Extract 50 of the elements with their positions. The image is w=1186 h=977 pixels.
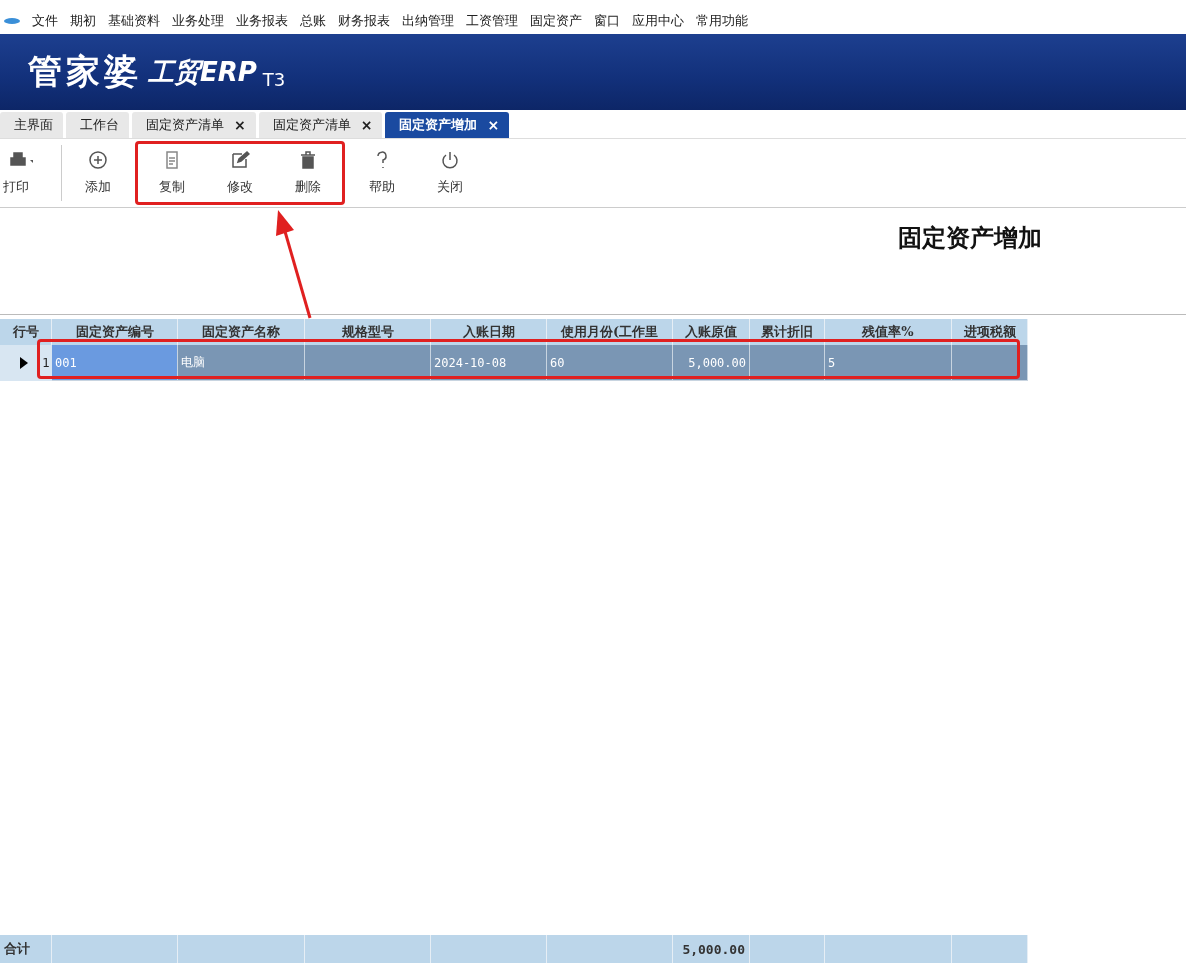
table-cell[interactable] [952, 345, 1028, 381]
menu-item[interactable]: 应用中心 [632, 12, 684, 30]
tab-label: 固定资产清单 [272, 116, 351, 134]
menu-item[interactable]: 窗口 [594, 12, 620, 30]
row-pointer-icon [20, 357, 28, 369]
tab[interactable]: 固定资产增加 × [385, 112, 510, 138]
menu-item[interactable]: 财务报表 [338, 12, 390, 30]
toolbar-button[interactable]: 添加 [64, 143, 132, 203]
edition-label: T3 [262, 69, 286, 90]
menu-item[interactable]: 基础资料 [108, 12, 160, 30]
power-icon [440, 150, 460, 170]
product-name: 工贸ERP [148, 55, 257, 89]
total-cell: 5,000.00 [673, 935, 750, 963]
tab[interactable]: 固定资产清单 × [258, 112, 383, 138]
tab-label: 主界面 [14, 116, 53, 134]
column-header[interactable]: 行号 [0, 319, 52, 345]
app-icon [4, 17, 20, 25]
menu-item[interactable]: 期初 [70, 12, 96, 30]
menu-item[interactable]: 业务处理 [172, 12, 224, 30]
trash-icon [298, 150, 318, 170]
menu-item[interactable]: 文件 [32, 12, 58, 30]
menu-item[interactable]: 业务报表 [236, 12, 288, 30]
row-number: 1 [0, 345, 52, 381]
tab-label: 固定资产清单 [146, 116, 224, 134]
close-icon[interactable]: × [487, 117, 500, 133]
toolbar-button[interactable]: 修改 [206, 143, 274, 203]
menu-item[interactable]: 工资管理 [466, 12, 518, 30]
menu-item[interactable]: 常用功能 [696, 12, 748, 30]
tab[interactable]: 主界面 [0, 112, 63, 138]
table-cell[interactable] [750, 345, 825, 381]
menu-item[interactable]: 总账 [300, 12, 326, 30]
page-title: 固定资产增加 [898, 222, 1042, 254]
toolbar-button[interactable]: 复制 [138, 143, 206, 203]
add-icon [88, 150, 108, 170]
toolbar-button[interactable]: 打印 [3, 143, 59, 203]
menu-item[interactable]: 固定资产 [530, 12, 582, 30]
tab[interactable]: 固定资产清单 × [132, 112, 256, 138]
close-icon[interactable]: × [234, 117, 246, 133]
edit-icon [230, 150, 250, 170]
tab-label: 固定资产增加 [399, 116, 478, 134]
close-icon[interactable]: × [360, 117, 373, 133]
toolbar-button[interactable]: 帮助 [348, 143, 416, 203]
toolbar-button[interactable]: 关闭 [416, 143, 484, 203]
total-label: 合计 [0, 935, 52, 963]
toolbar-button[interactable]: 删除 [274, 143, 342, 203]
brand-logo: 管家婆 [28, 50, 142, 93]
table-cell[interactable] [305, 345, 431, 381]
tab-label: 工作台 [80, 116, 119, 134]
menu-item[interactable]: 出纳管理 [402, 12, 454, 30]
tab[interactable]: 工作台 [66, 112, 129, 138]
